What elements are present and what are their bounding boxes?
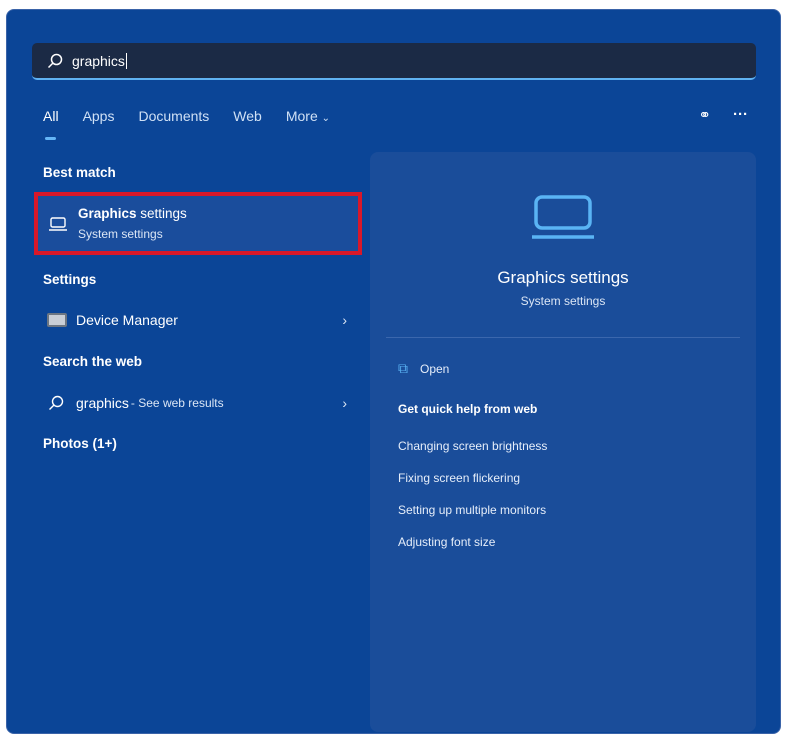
help-link[interactable]: Fixing screen flickering [398,471,520,485]
search-icon [49,395,64,410]
help-heading: Get quick help from web [398,402,538,416]
tab-all[interactable]: All [43,108,59,140]
open-external-icon: ⧉ [398,360,408,376]
divider [386,337,740,338]
search-icon [47,53,63,68]
preview-subtitle: System settings [520,294,606,308]
tab-documents[interactable]: Documents [138,108,209,124]
section-settings: Settings [43,272,97,287]
laptop-icon [49,216,67,231]
section-best-match: Best match [43,165,116,180]
section-search-web: Search the web [43,354,143,369]
device-manager-icon [47,313,67,327]
best-match-title-bold: Graphics [78,206,137,221]
best-match-graphics-settings[interactable]: Graphics settings System settings [34,192,362,255]
device-manager-label: Device Manager [76,312,178,328]
search-input[interactable]: graphics [32,43,756,80]
tab-apps[interactable]: Apps [83,108,115,124]
best-match-subtitle: System settings [78,227,163,241]
search-value: graphics [72,52,127,69]
chevron-right-icon: › [342,395,347,411]
search-window: graphics All Apps Documents Web More ⌄ ⚭… [6,9,781,734]
web-query: graphics [76,395,129,411]
tab-more[interactable]: More ⌄ [286,108,330,124]
best-match-title-rest: settings [136,206,187,221]
filter-tabs: All Apps Documents Web More ⌄ [43,108,330,140]
preview-title: Graphics settings [497,268,629,287]
list-item-device-manager[interactable]: Device Manager › [47,312,347,328]
chevron-down-icon: ⌄ [321,113,331,124]
open-button[interactable]: ⧉ Open [398,360,449,377]
web-result-item[interactable]: graphics - See web results › [47,394,347,412]
section-photos[interactable]: Photos (1+) [43,436,117,451]
tab-web[interactable]: Web [233,108,262,124]
laptop-icon [532,195,594,239]
share-feedback-icon[interactable]: ⚭ [698,106,711,124]
help-link[interactable]: Changing screen brightness [398,439,547,453]
web-suffix: - See web results [130,396,224,410]
help-link[interactable]: Setting up multiple monitors [398,503,546,517]
tab-more-label: More [285,108,318,124]
open-label: Open [420,361,450,376]
help-link[interactable]: Adjusting font size [398,535,495,549]
preview-panel: Graphics settings System settings ⧉ Open… [370,152,756,732]
chevron-right-icon: › [342,312,347,328]
more-options-icon[interactable]: ··· [733,106,748,124]
